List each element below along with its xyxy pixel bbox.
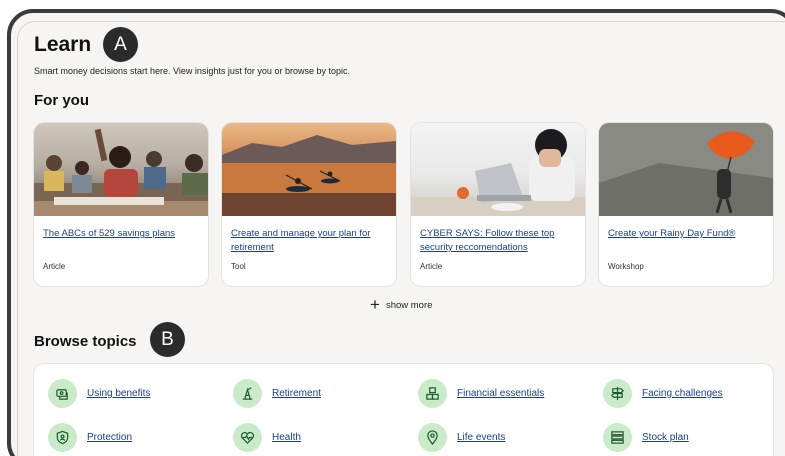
show-more-button[interactable]: + show more	[370, 295, 433, 314]
for-you-heading: For you	[34, 92, 89, 109]
stock-list-icon	[603, 423, 632, 452]
card-image-umbrella	[599, 123, 773, 216]
topic-health[interactable]: Health	[233, 423, 301, 452]
signpost-icon	[603, 379, 632, 408]
page-title: Learn	[34, 33, 92, 56]
card-link[interactable]: CYBER SAYS: Follow these top security re…	[420, 227, 577, 255]
topic-label: Health	[272, 432, 301, 443]
card-image-classroom	[34, 123, 208, 216]
callout-badge-a: A	[103, 27, 138, 62]
card-link[interactable]: Create your Rainy Day Fund®	[608, 227, 765, 241]
retirement-icon	[233, 379, 262, 408]
location-pin-icon	[418, 423, 447, 452]
content-card-529[interactable]: The ABCs of 529 savings plans Article	[34, 123, 208, 286]
topic-label: Financial essentials	[457, 388, 545, 399]
browse-topics-heading: Browse topics	[34, 333, 137, 350]
topic-label: Life events	[457, 432, 506, 443]
card-link[interactable]: Create and manage your plan for retireme…	[231, 227, 388, 255]
topic-facing-challenges[interactable]: Facing challenges	[603, 379, 723, 408]
topic-life-events[interactable]: Life events	[418, 423, 505, 452]
blocks-icon	[418, 379, 447, 408]
callout-badge-b: B	[150, 322, 185, 357]
benefits-icon	[48, 379, 77, 408]
card-type-label: Tool	[231, 262, 246, 271]
topic-stock-plan[interactable]: Stock plan	[603, 423, 689, 452]
topics-panel: Using benefits Retirement Financial esse…	[34, 364, 773, 456]
card-type-label: Workshop	[608, 262, 644, 271]
topic-protection[interactable]: Protection	[48, 423, 132, 452]
topic-label: Stock plan	[642, 432, 689, 443]
show-more-label: show more	[385, 299, 433, 311]
plus-icon: +	[370, 295, 380, 314]
content-card-retirement[interactable]: Create and manage your plan for retireme…	[222, 123, 396, 286]
topic-label: Retirement	[272, 388, 321, 399]
topic-financial-essentials[interactable]: Financial essentials	[418, 379, 544, 408]
page-subtitle: Smart money decisions start here. View i…	[34, 66, 350, 76]
content-card-rainy-day[interactable]: Create your Rainy Day Fund® Workshop	[599, 123, 773, 286]
content-card-cyber[interactable]: CYBER SAYS: Follow these top security re…	[411, 123, 585, 286]
topic-label: Facing challenges	[642, 388, 723, 399]
topic-label: Using benefits	[87, 388, 151, 399]
topic-retirement[interactable]: Retirement	[233, 379, 321, 408]
heart-icon	[233, 423, 262, 452]
shield-icon	[48, 423, 77, 452]
card-image-laptop-woman	[411, 123, 585, 216]
card-image-lake	[222, 123, 396, 216]
topic-label: Protection	[87, 432, 133, 443]
card-type-label: Article	[43, 262, 66, 271]
card-link[interactable]: The ABCs of 529 savings plans	[43, 227, 200, 241]
card-type-label: Article	[420, 262, 443, 271]
topic-using-benefits[interactable]: Using benefits	[48, 379, 150, 408]
